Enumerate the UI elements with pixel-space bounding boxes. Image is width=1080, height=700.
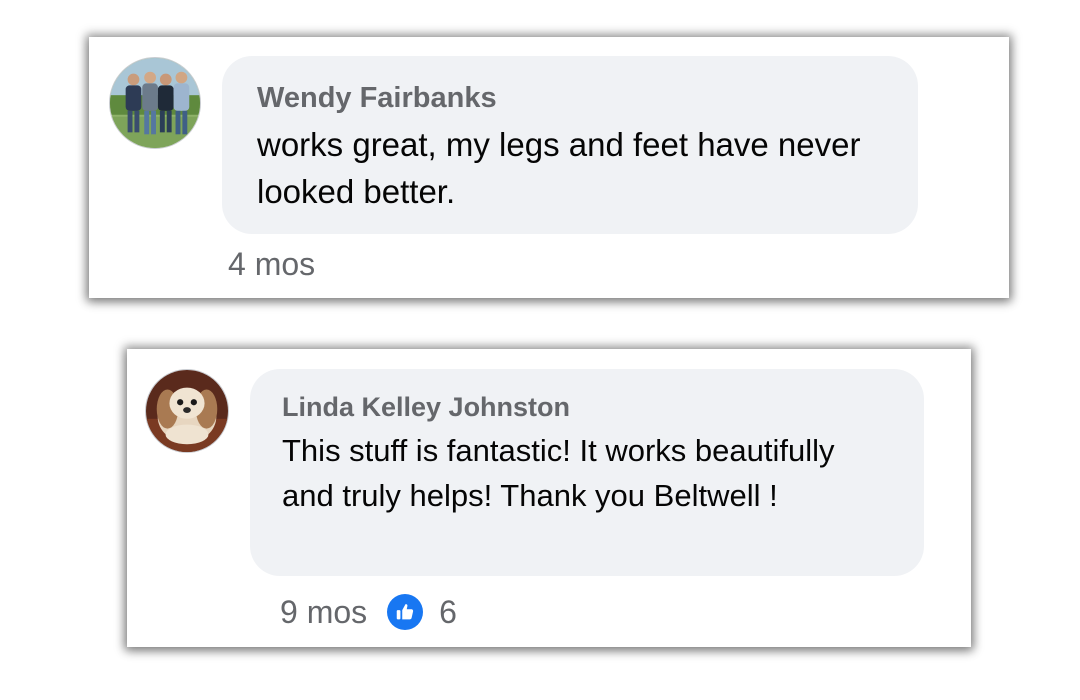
comment-time[interactable]: 9 mos	[280, 594, 367, 631]
avatar[interactable]	[145, 369, 229, 453]
like-icon[interactable]	[387, 594, 424, 630]
comment-bubble: Wendy Fairbanks works great, my legs and…	[222, 56, 918, 234]
avatar-group-photo-icon	[110, 58, 200, 148]
reaction-count[interactable]: 6	[439, 594, 457, 631]
comment-author[interactable]: Wendy Fairbanks	[257, 80, 888, 116]
avatar-dog-photo-icon	[146, 370, 228, 452]
comment-time[interactable]: 4 mos	[228, 246, 315, 283]
comment-meta: 9 mos 6	[280, 592, 457, 632]
comment-card: Linda Kelley Johnston This stuff is fant…	[127, 349, 971, 647]
comment-text: works great, my legs and feet have never…	[257, 126, 861, 210]
comment-text: This stuff is fantastic! It works beauti…	[282, 433, 835, 513]
thumbs-up-icon	[396, 604, 414, 620]
comment-meta: 4 mos	[228, 244, 315, 284]
comment-author[interactable]: Linda Kelley Johnston	[282, 391, 894, 423]
comment-bubble: Linda Kelley Johnston This stuff is fant…	[250, 369, 924, 576]
comment-card: Wendy Fairbanks works great, my legs and…	[89, 37, 1009, 298]
avatar[interactable]	[109, 57, 201, 149]
